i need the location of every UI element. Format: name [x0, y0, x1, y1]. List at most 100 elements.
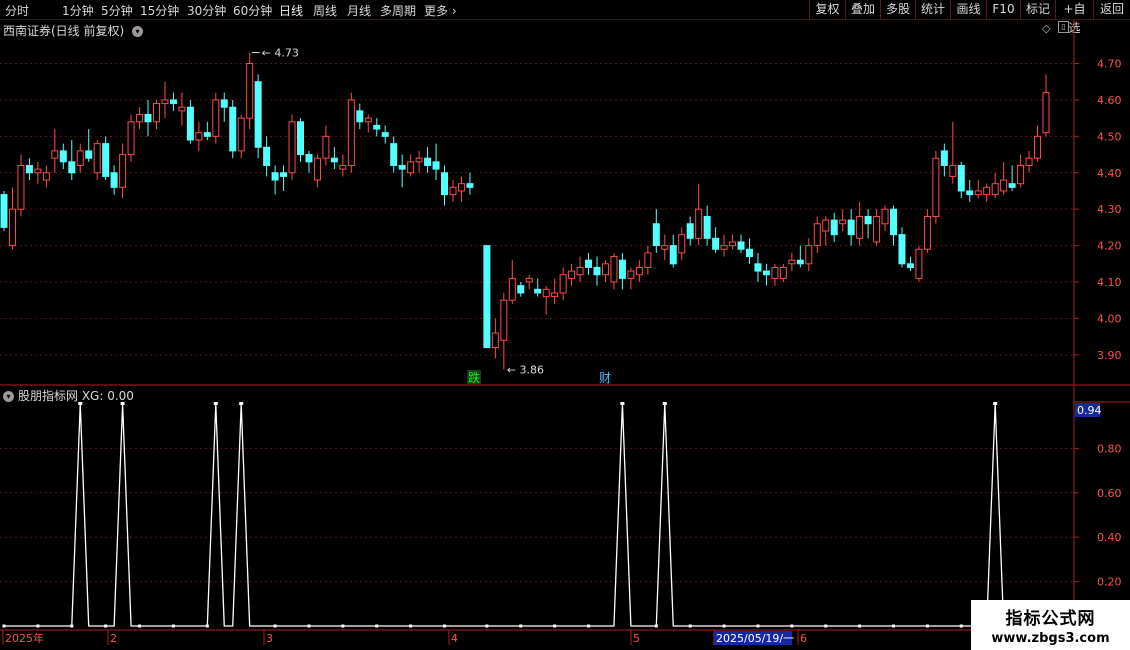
candle-up	[127, 121, 135, 156]
candle-down	[305, 154, 313, 163]
candle-up	[822, 219, 830, 232]
candle-up	[93, 143, 101, 174]
candle-down	[890, 208, 898, 236]
candle-down	[441, 172, 449, 196]
candle-up	[42, 172, 50, 181]
price-tick-label: 4.60	[1097, 94, 1122, 107]
candle-up	[491, 332, 499, 349]
candle-down	[517, 285, 525, 294]
candle-down	[144, 113, 152, 123]
candle-up	[923, 215, 931, 250]
xg-point	[959, 624, 963, 628]
candle-up	[313, 157, 321, 181]
candle-down	[110, 172, 118, 188]
watermark-line1: 指标公式网	[1005, 609, 1096, 629]
candle-up	[720, 245, 728, 250]
candle-up	[568, 270, 576, 279]
candle-down	[271, 172, 279, 181]
candle-down	[398, 164, 406, 170]
candle-up	[644, 252, 652, 268]
candle-down	[254, 81, 262, 148]
candle-up	[415, 157, 423, 163]
candle-down	[203, 132, 211, 137]
candle-down	[102, 143, 110, 177]
xg-point	[790, 624, 794, 628]
candle-up	[136, 113, 144, 123]
candle-up	[991, 183, 999, 196]
candle-down	[424, 157, 432, 166]
xg-point	[2, 624, 6, 628]
xg-point	[307, 624, 311, 628]
high-price-label: ← 4.73	[262, 47, 299, 60]
xg-point	[587, 624, 591, 628]
xg-point	[375, 624, 379, 628]
candle-down	[390, 143, 398, 166]
candle-down	[585, 259, 593, 268]
candle-up	[601, 263, 609, 276]
candle-up	[949, 164, 957, 177]
xg-point	[485, 624, 489, 628]
price-tick-label: 4.20	[1097, 240, 1122, 253]
candle-up	[457, 183, 465, 192]
xg-point	[858, 624, 862, 628]
candle-up	[34, 168, 42, 174]
candle-down	[762, 270, 770, 276]
candle-down	[297, 121, 305, 156]
candle-down	[356, 110, 364, 123]
chart-canvas[interactable]: 3.90 4.00 4.10 4.20 4.30 4.40 4.50 4.60 4.70 ← 4.…	[0, 0, 1130, 650]
candle-up	[525, 277, 533, 283]
candle-down	[898, 234, 906, 265]
candle-up	[729, 241, 737, 247]
candle-down	[483, 245, 491, 349]
price-tick-label: 4.70	[1097, 57, 1122, 70]
xg-point	[756, 624, 760, 628]
candle-down	[847, 219, 855, 236]
candle-up	[856, 215, 864, 239]
xg-point	[104, 624, 108, 628]
xg-point	[722, 624, 726, 628]
watermark-line2: www.zbgs3.com	[991, 631, 1110, 646]
indicator-tick-label: 0.80	[1097, 442, 1122, 455]
candle-up	[635, 266, 643, 276]
candle-up	[1025, 157, 1033, 166]
xg-point	[824, 624, 828, 628]
candle-up	[407, 161, 415, 174]
candle-down	[966, 190, 974, 196]
candle-up	[1034, 135, 1042, 159]
candle-up	[974, 190, 982, 196]
candle-down	[906, 263, 914, 268]
xg-point	[138, 624, 142, 628]
candle-down	[1008, 183, 1016, 188]
xg-point	[171, 624, 175, 628]
candle-down	[280, 172, 288, 177]
candle-down	[432, 161, 440, 170]
xg-point	[205, 624, 209, 628]
marker-fall: 跌	[468, 370, 480, 385]
xg-point	[654, 624, 658, 628]
candle-up	[119, 154, 127, 188]
candle-up	[347, 99, 355, 166]
date-label: 2025/05/19/一	[716, 632, 794, 645]
price-tick-label: 4.40	[1097, 167, 1122, 180]
candle-up	[813, 223, 821, 247]
price-tick-label: 4.00	[1097, 312, 1122, 325]
xg-point	[409, 624, 413, 628]
price-tick-label: 4.10	[1097, 276, 1122, 289]
candle-up	[246, 62, 254, 119]
candle-down	[737, 241, 745, 250]
candle-down	[652, 223, 660, 247]
indicator-tick-label: 0.40	[1097, 531, 1122, 544]
candle-down	[25, 164, 33, 174]
candle-down	[85, 150, 93, 159]
candle-up	[881, 208, 889, 225]
candle-up	[17, 164, 25, 210]
candle-up	[449, 186, 457, 196]
date-label: 2025年	[5, 631, 44, 645]
candle-up	[551, 292, 559, 298]
xg-peak-point	[78, 402, 83, 405]
indicator-current-value: 0.94	[1077, 404, 1102, 417]
candle-down	[68, 161, 76, 174]
date-label: 2	[110, 632, 117, 645]
low-price-label: ← 3.86	[507, 363, 544, 376]
xg-point	[688, 624, 692, 628]
